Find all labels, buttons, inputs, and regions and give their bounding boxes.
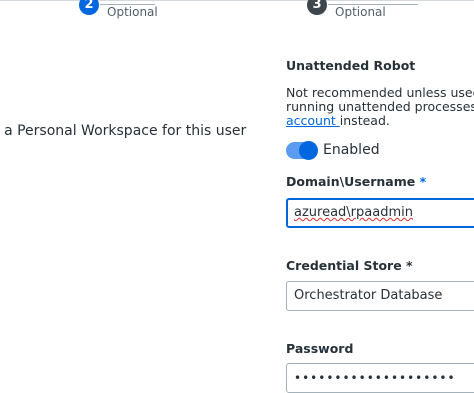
credential-store-label-text: Credential Store: [286, 258, 402, 273]
toggle-knob: [299, 141, 318, 160]
unattended-robot-title: Unattended Robot: [286, 58, 416, 73]
step-2-optional-label: Optional: [107, 5, 158, 19]
unattended-robot-description: Not recommended unless used tc running u…: [286, 86, 474, 128]
toggle-label: Enabled: [323, 142, 380, 158]
step-2-indicator[interactable]: 2: [79, 0, 99, 15]
step-3-indicator[interactable]: 3: [307, 0, 327, 15]
domain-username-input[interactable]: azuread\rpaadmin: [286, 198, 474, 228]
password-label: Password: [286, 341, 354, 356]
description-suffix: instead.: [339, 113, 390, 128]
step-3-optional-label: Optional: [335, 5, 386, 19]
top-divider: [0, 0, 474, 1]
password-input[interactable]: ••••••••••••••••••••: [286, 363, 474, 393]
domain-username-label-text: Domain\Username: [286, 174, 416, 189]
unattended-enabled-toggle[interactable]: [286, 141, 318, 160]
required-asterisk: *: [406, 258, 413, 273]
credential-store-select[interactable]: Orchestrator Database: [286, 281, 474, 311]
required-asterisk: *: [419, 174, 427, 189]
description-line-1: Not recommended unless used tc: [286, 85, 474, 100]
domain-username-value: azuread\rpaadmin: [294, 205, 413, 220]
domain-username-label: Domain\Username *: [286, 174, 426, 189]
credential-store-label: Credential Store *: [286, 258, 413, 273]
description-line-3: account instead.: [286, 114, 474, 128]
description-line-2: running unattended processes or: [286, 99, 474, 114]
personal-workspace-label: e a Personal Workspace for this user: [0, 123, 247, 139]
account-link[interactable]: account: [286, 113, 340, 128]
